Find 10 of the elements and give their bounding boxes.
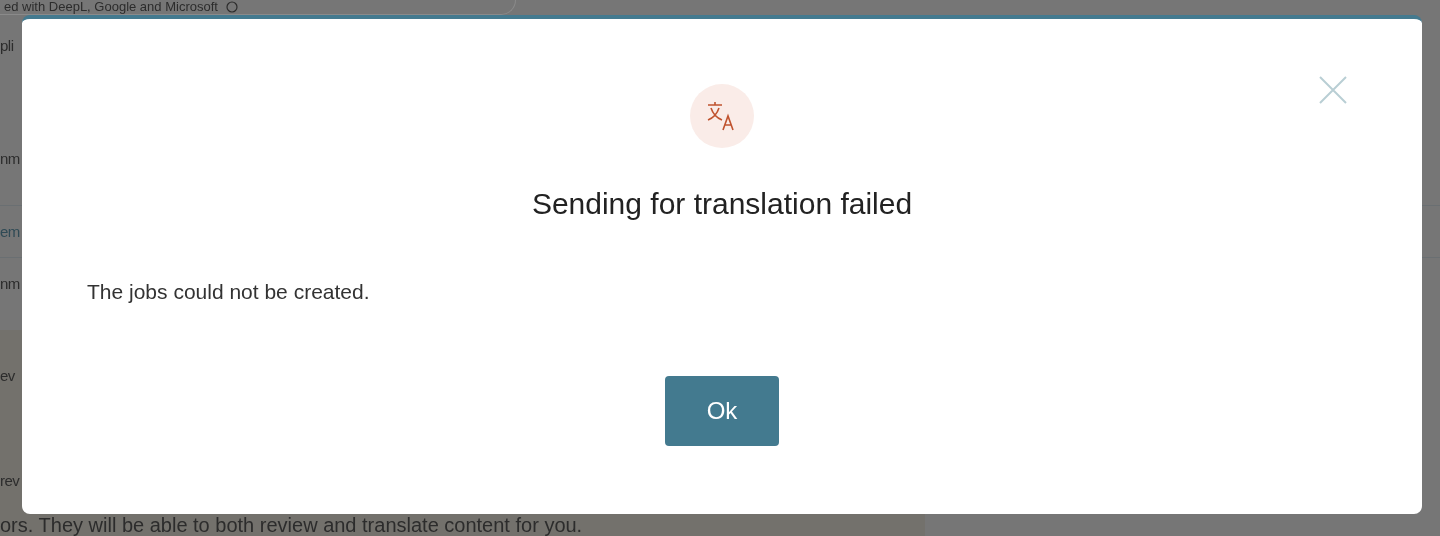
label-text: rev xyxy=(0,471,20,489)
label-text: ev xyxy=(0,366,15,384)
ok-button[interactable]: Ok xyxy=(665,376,779,446)
label-text: pli xyxy=(0,36,14,54)
dialog-message: The jobs could not be created. xyxy=(87,279,371,305)
label-text: nm xyxy=(0,149,20,167)
notice-text: ors. They will be able to both review and translate content for you. xyxy=(0,514,583,536)
field-text: ed with DeepL, Google and Microsoft xyxy=(4,0,218,14)
dialog-title: Sending for translation failed xyxy=(531,186,913,222)
label-text: nm xyxy=(0,274,20,292)
